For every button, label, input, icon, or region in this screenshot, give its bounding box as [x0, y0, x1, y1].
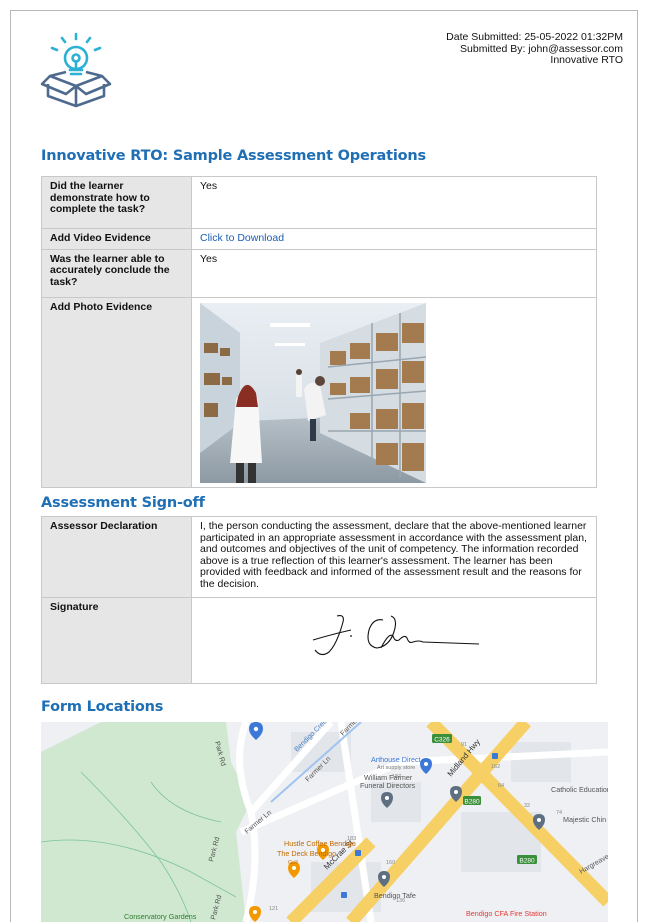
operations-section-title: Innovative RTO: Sample Assessment Operat…: [41, 148, 426, 164]
submission-meta: Date Submitted: 25-05-2022 01:32PM Submi…: [446, 31, 623, 67]
street-number: 32: [524, 803, 530, 809]
street-number: 162: [491, 764, 500, 770]
badge-label: B280: [519, 858, 535, 865]
table-row: Signature: [41, 597, 597, 684]
photo-evidence-label: Add Photo Evidence: [41, 296, 192, 488]
operations-table: Did the learner demonstrate how to compl…: [41, 176, 597, 488]
street-number: 91: [461, 742, 467, 748]
innovative-rto-logo: [40, 32, 112, 108]
question-answer: Yes: [191, 176, 597, 229]
bus-stop-icon: [341, 892, 347, 898]
organization-name: Innovative RTO: [550, 54, 623, 66]
street-number: 64: [498, 783, 504, 789]
date-submitted: Date Submitted: 25-05-2022 01:32PM: [446, 31, 623, 43]
table-row: Did the learner demonstrate how to compl…: [41, 176, 597, 229]
table-row: Was the learner able to accurately concl…: [41, 248, 597, 298]
declaration-text: I, the person conducting the assessment,…: [191, 516, 597, 598]
declaration-label: Assessor Declaration: [41, 516, 192, 598]
table-row: Add Video Evidence Click to Download: [41, 228, 597, 250]
place-label: Majestic Chin: [563, 815, 606, 824]
place-label: Conservatory Gardens: [124, 912, 197, 921]
signoff-table: Assessor Declaration I, the person condu…: [41, 516, 597, 684]
place-label: Catholic Education O: [551, 785, 608, 794]
table-row: Assessor Declaration I, the person condu…: [41, 516, 597, 598]
street-number: 121: [269, 906, 278, 912]
locations-section-title: Form Locations: [41, 699, 164, 715]
question-label: Did the learner demonstrate how to compl…: [41, 176, 192, 229]
assessor-signature: [312, 615, 480, 656]
signoff-section-title: Assessment Sign-off: [41, 495, 205, 511]
bus-stop-icon: [355, 850, 361, 856]
place-label: Grill: [288, 860, 298, 866]
photo-evidence-image[interactable]: [200, 302, 426, 483]
question-answer: Yes: [191, 248, 597, 298]
place-label: Funeral Directors: [360, 781, 416, 790]
download-video-link[interactable]: Click to Download: [200, 232, 284, 244]
street-number: 74: [556, 810, 562, 816]
badge-label: C326: [434, 737, 450, 744]
badge-label: B280: [464, 799, 480, 806]
place-label: Bendigo Tafe: [374, 891, 416, 900]
place-label: Arthouse Direct: [371, 755, 421, 764]
bus-stop-icon: [492, 753, 498, 759]
signature-label: Signature: [41, 597, 192, 684]
question-label: Was the learner able to accurately concl…: [41, 248, 192, 298]
place-label: The Deck Bendigo: [277, 849, 336, 858]
place-label: Bendigo CFA Fire Station: [466, 909, 547, 918]
street-number: 160: [386, 860, 395, 866]
video-evidence-label: Add Video Evidence: [41, 228, 192, 250]
place-label: Art supply store: [377, 765, 415, 771]
table-row: Add Photo Evidence: [41, 296, 597, 488]
location-map[interactable]: C326 B280 B280 Park Rd Park Rd Park Rd F…: [41, 722, 608, 922]
place-label: Hustle Coffee Bendigo: [284, 839, 356, 848]
